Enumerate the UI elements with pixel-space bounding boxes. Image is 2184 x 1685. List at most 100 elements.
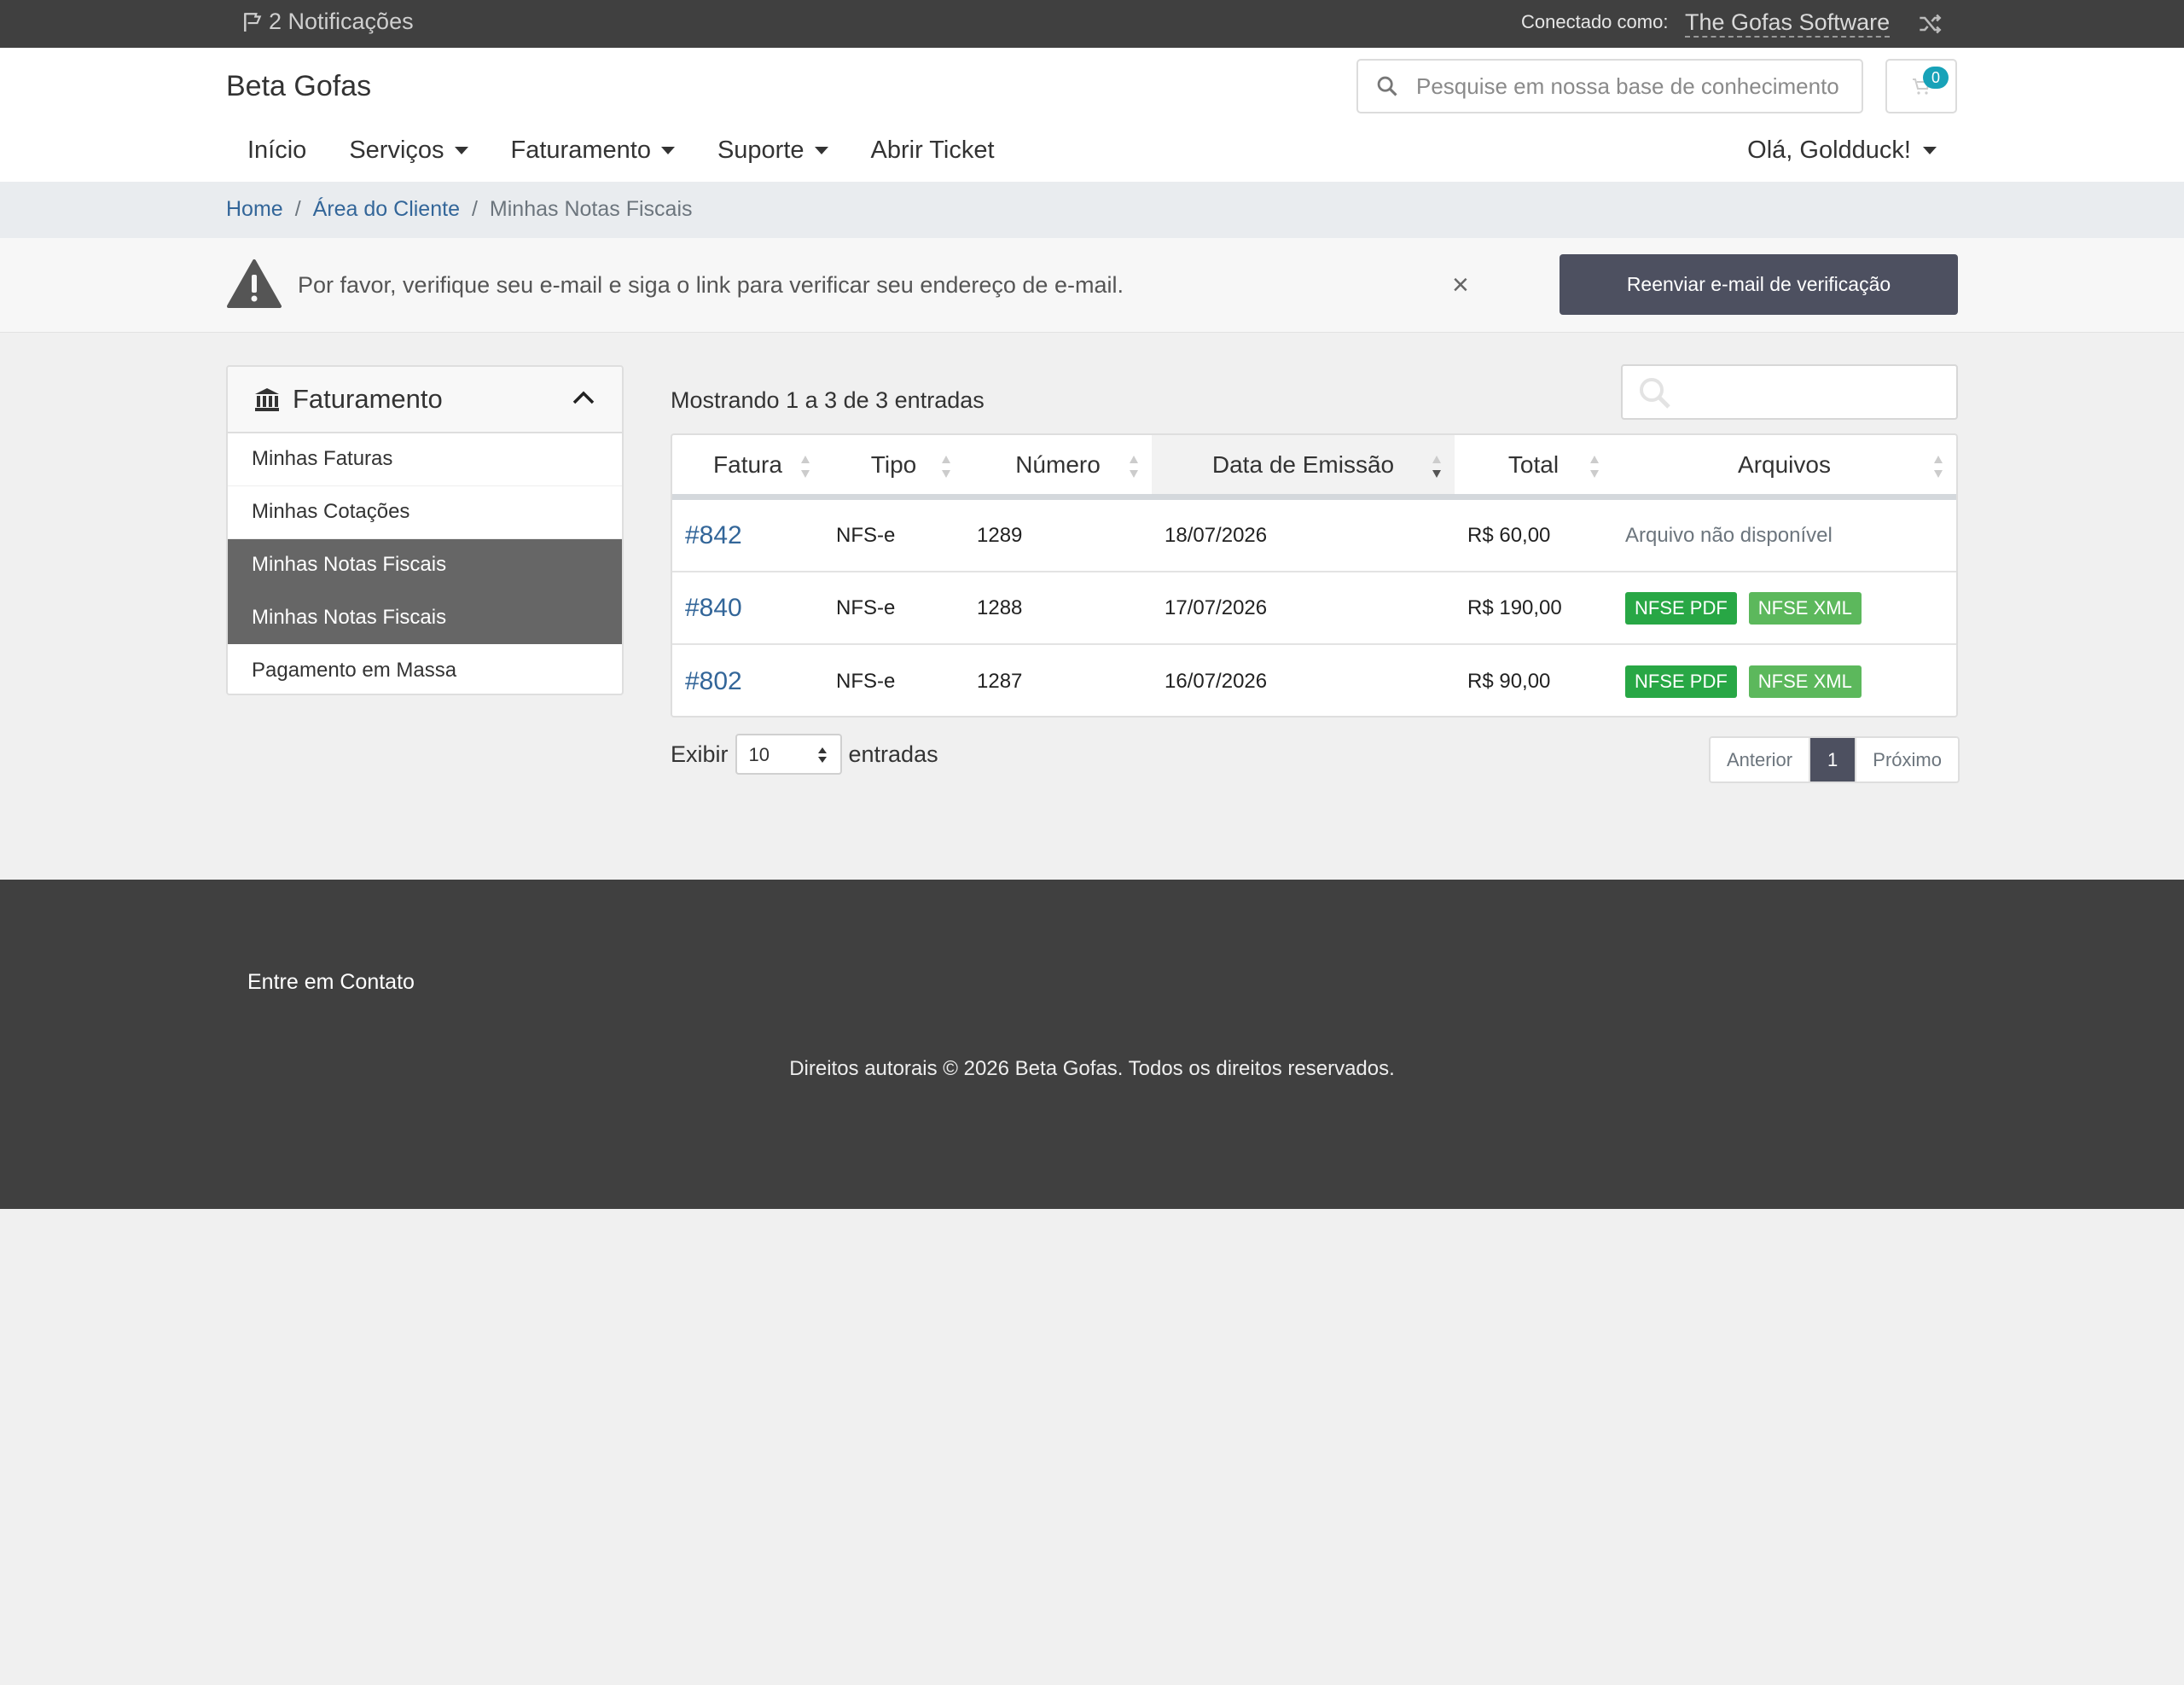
cell-files: NFSE PDF NFSE XML <box>1612 665 1956 698</box>
table-row[interactable]: #842 NFS-e 1289 18/07/2026 R$ 60,00 Arqu… <box>672 500 1956 572</box>
nav-abrir-ticket[interactable]: Abrir Ticket <box>850 137 1016 165</box>
sort-icon <box>1932 454 1944 485</box>
close-icon[interactable]: × <box>1452 269 1469 302</box>
table-row[interactable]: #840 NFS-e 1288 17/07/2026 R$ 190,00 NFS… <box>672 572 1956 645</box>
sidebar-item-minhas-notas-fiscais[interactable]: Minhas Notas Fiscais <box>228 538 622 592</box>
page-length-control: Exibir 10 entradas <box>671 734 938 775</box>
column-total[interactable]: Total <box>1455 435 1612 494</box>
breadcrumb-client-area[interactable]: Área do Cliente <box>313 197 460 222</box>
account-switcher-link[interactable]: The Gofas Software <box>1685 9 1891 38</box>
chevron-up-icon[interactable] <box>571 386 596 415</box>
user-greeting: Olá, Goldduck! <box>1747 137 1911 164</box>
pagination-prev[interactable]: Anterior <box>1711 738 1809 781</box>
search-icon <box>1358 74 1416 98</box>
cell-date: 18/07/2026 <box>1165 523 1268 547</box>
column-fatura[interactable]: Fatura <box>672 435 823 494</box>
table-row[interactable]: #802 NFS-e 1287 16/07/2026 R$ 90,00 NFSE… <box>672 645 1956 716</box>
notifications-label: 2 Notificações <box>269 9 414 34</box>
column-label: Arquivos <box>1738 450 1831 478</box>
sidebar-item-minhas-faturas[interactable]: Minhas Faturas <box>228 433 622 486</box>
pagination-page-1[interactable]: 1 <box>1809 738 1856 781</box>
site-header: Beta Gofas 0 Início Serviços Faturamento… <box>0 48 2184 182</box>
billing-sidebar: Faturamento Minhas Faturas Minhas Cotaçõ… <box>226 365 624 695</box>
page-length-value: 10 <box>748 744 770 765</box>
shuffle-icon[interactable] <box>1918 12 1942 40</box>
entries-label: entradas <box>848 741 938 767</box>
cell-total: R$ 190,00 <box>1467 596 1562 619</box>
caret-down-icon <box>814 147 828 154</box>
nav-label: Faturamento <box>510 137 651 164</box>
nav-label: Suporte <box>717 137 804 164</box>
nav-inicio[interactable]: Início <box>226 137 328 165</box>
user-menu[interactable]: Olá, Goldduck! <box>1747 137 1937 165</box>
column-label: Fatura <box>713 450 782 478</box>
top-bar: 2 Notificações Conectado como: The Gofas… <box>0 0 2184 48</box>
contact-link[interactable]: Entre em Contato <box>247 970 415 995</box>
column-label: Total <box>1507 450 1560 478</box>
search-input[interactable] <box>1416 73 1851 100</box>
invoice-link[interactable]: #802 <box>672 667 823 696</box>
sort-icon <box>799 454 811 485</box>
show-label: Exibir <box>671 741 729 767</box>
breadcrumb-bar: Home / Área do Cliente / Minhas Notas Fi… <box>0 182 2184 238</box>
page-length-select[interactable]: 10 <box>735 734 842 775</box>
breadcrumb: Home / Área do Cliente / Minhas Notas Fi… <box>226 197 693 222</box>
alert-message: Por favor, verifique seu e-mail e siga o… <box>298 272 1124 298</box>
nfse-xml-button[interactable]: NFSE XML <box>1748 591 1862 625</box>
cell-total: R$ 90,00 <box>1467 669 1551 693</box>
nav-faturamento[interactable]: Faturamento <box>490 137 696 165</box>
invoices-table: Fatura Tipo Número Data de Emissão Total… <box>671 433 1958 718</box>
sidebar-item-pagamento-em-massa[interactable]: Pagamento em Massa <box>228 644 622 694</box>
nfse-pdf-button[interactable]: NFSE PDF <box>1625 665 1737 698</box>
column-arquivos[interactable]: Arquivos <box>1612 435 1956 494</box>
cell-date: 16/07/2026 <box>1165 669 1268 693</box>
cell-number: 1287 <box>977 669 1023 693</box>
table-header: Fatura Tipo Número Data de Emissão Total… <box>672 435 1956 500</box>
sidebar-title: Faturamento <box>293 384 443 414</box>
cart-count-badge: 0 <box>1923 67 1949 89</box>
invoice-link[interactable]: #842 <box>672 521 823 550</box>
nav-label: Abrir Ticket <box>870 137 995 164</box>
knowledgebase-search[interactable] <box>1356 59 1863 113</box>
sort-desc-icon <box>1431 454 1443 485</box>
nav-servicos[interactable]: Serviços <box>328 137 489 165</box>
nfse-xml-button[interactable]: NFSE XML <box>1748 665 1862 698</box>
cart-button[interactable]: 0 <box>1885 59 1957 113</box>
sidebar-header[interactable]: Faturamento <box>228 367 622 433</box>
pagination-next[interactable]: Próximo <box>1855 738 1958 781</box>
flag-icon <box>244 12 262 32</box>
select-arrows-icon <box>816 746 828 770</box>
table-search-input[interactable] <box>1621 364 1958 420</box>
pagination: Anterior 1 Próximo <box>1709 736 1960 783</box>
column-data-emissao[interactable]: Data de Emissão <box>1152 435 1455 494</box>
nav-label: Serviços <box>349 137 444 164</box>
main-nav: Início Serviços Faturamento Suporte Abri… <box>226 137 1016 165</box>
sort-icon <box>1128 454 1140 485</box>
brand-logo[interactable]: Beta Gofas <box>226 70 371 103</box>
column-label: Data de Emissão <box>1211 450 1395 478</box>
nfse-pdf-button[interactable]: NFSE PDF <box>1625 591 1737 625</box>
notifications-link[interactable]: 2 Notificações <box>241 9 414 35</box>
cell-number: 1289 <box>977 523 1023 547</box>
site-footer: Entre em Contato Direitos autorais © 202… <box>0 880 2184 1209</box>
caret-down-icon <box>454 147 468 154</box>
breadcrumb-separator: / <box>294 197 301 221</box>
copyright-text: Direitos autorais © 2026 Beta Gofas. Tod… <box>789 1057 1395 1080</box>
bank-icon <box>255 388 279 411</box>
warning-icon <box>226 259 282 314</box>
nav-suporte[interactable]: Suporte <box>696 137 850 165</box>
breadcrumb-separator: / <box>471 197 478 221</box>
resend-verification-button[interactable]: Reenviar e-mail de verificação <box>1560 254 1958 315</box>
column-label: Tipo <box>870 450 917 478</box>
cell-type: NFS-e <box>836 523 896 547</box>
breadcrumb-home[interactable]: Home <box>226 197 283 222</box>
column-numero[interactable]: Número <box>964 435 1152 494</box>
cell-type: NFS-e <box>836 669 896 693</box>
caret-down-icon <box>660 147 675 154</box>
sidebar-item-minhas-cotacoes[interactable]: Minhas Cotações <box>228 486 622 539</box>
sidebar-item-minhas-notas-fiscais-2[interactable]: Minhas Notas Fiscais <box>228 591 622 645</box>
nav-label: Início <box>247 137 307 164</box>
connected-as-label: Conectado como: <box>1521 11 1669 32</box>
invoice-link[interactable]: #840 <box>672 594 823 623</box>
column-tipo[interactable]: Tipo <box>823 435 964 494</box>
